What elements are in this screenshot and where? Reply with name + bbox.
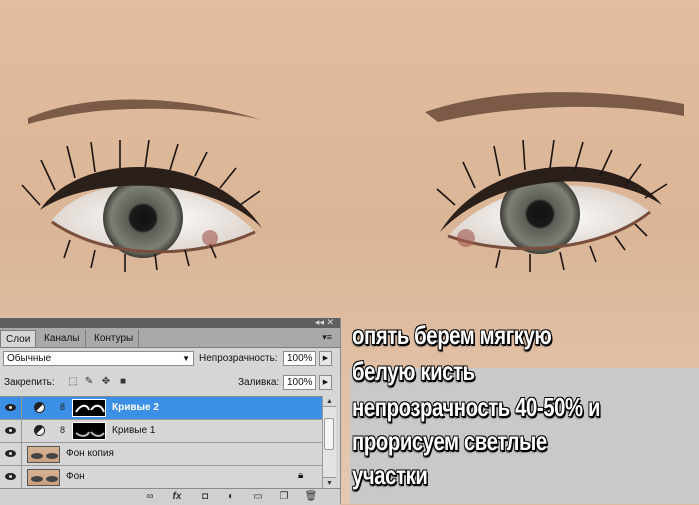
mask-icon[interactable]: ◘ bbox=[198, 491, 212, 502]
link-icon[interactable]: ∞ bbox=[143, 491, 157, 502]
scroll-down-icon[interactable]: ▼ bbox=[323, 477, 336, 488]
lock-fill-row: Закрепить: ⬚ ✎ ✥ ■ Заливка: 100% ▶ bbox=[0, 372, 340, 394]
group-folder-icon[interactable]: ▭ bbox=[251, 491, 265, 502]
lock-icon: 🔒︎ bbox=[298, 470, 304, 481]
visibility-eye-icon[interactable] bbox=[0, 466, 22, 488]
scrollbar-thumb[interactable] bbox=[324, 418, 334, 450]
scroll-up-icon[interactable]: ▲ bbox=[323, 396, 336, 407]
layer-row-curves-2[interactable]: 8 Кривые 2 bbox=[0, 397, 322, 420]
layer-name: Фон копия bbox=[66, 448, 114, 459]
caption-line-3: непрозрачность 40-50% и bbox=[352, 392, 601, 422]
lock-brush-icon[interactable]: ✎ bbox=[83, 376, 95, 388]
curves-adjustment-icon bbox=[34, 425, 45, 436]
layer-mask-thumbnail[interactable] bbox=[72, 422, 106, 440]
tab-paths[interactable]: Контуры bbox=[89, 330, 140, 347]
panel-title-strip: ◂◂ ✕ bbox=[0, 317, 340, 328]
trash-icon[interactable]: 🗑︎ bbox=[304, 491, 318, 502]
collapse-panel-icon[interactable]: ◂◂ ✕ bbox=[315, 317, 334, 327]
layers-scrollbar[interactable]: ▲ ▼ bbox=[322, 396, 336, 488]
layer-row-curves-1[interactable]: 8 Кривые 1 bbox=[0, 420, 322, 443]
layer-thumbnail[interactable] bbox=[27, 446, 60, 463]
layer-row-background[interactable]: Фон 🔒︎ bbox=[0, 466, 322, 489]
tab-layers[interactable]: Слои bbox=[0, 330, 37, 347]
lock-all-icon[interactable]: ■ bbox=[117, 376, 129, 388]
blend-opacity-row: Обычные ▼ Непрозрачность: 100% ▶ bbox=[0, 348, 340, 370]
visibility-eye-icon[interactable] bbox=[0, 420, 22, 442]
caption-line-1: опять берем мягкую bbox=[352, 320, 552, 350]
tab-channels[interactable]: Каналы bbox=[39, 330, 86, 347]
caption-line-5: участки bbox=[352, 460, 428, 490]
adjustment-icon[interactable]: ◐ bbox=[224, 491, 238, 502]
mask-link-icon[interactable]: 8 bbox=[60, 402, 65, 412]
layers-panel: ◂◂ ✕ Слои Каналы Контуры ▾≡ Обычные ▼ Не… bbox=[0, 317, 341, 505]
curves-adjustment-icon bbox=[34, 402, 45, 413]
opacity-slider-button[interactable]: ▶ bbox=[319, 351, 332, 366]
caption-line-2: белую кисть bbox=[352, 356, 475, 386]
panel-tabs: Слои Каналы Контуры ▾≡ bbox=[0, 328, 340, 348]
layer-name: Фон bbox=[66, 471, 85, 482]
mask-link-icon[interactable]: 8 bbox=[60, 425, 65, 435]
layer-name: Кривые 1 bbox=[112, 425, 156, 436]
lock-label: Закрепить: bbox=[4, 377, 55, 388]
visibility-eye-icon[interactable] bbox=[0, 443, 22, 465]
opacity-input[interactable]: 100% bbox=[283, 351, 316, 366]
new-layer-icon[interactable]: ❐ bbox=[277, 491, 291, 502]
panel-menu-icon[interactable]: ▾≡ bbox=[322, 332, 332, 343]
chevron-down-icon: ▼ bbox=[182, 354, 190, 363]
caption-line-4: прорисуем светлые bbox=[352, 426, 547, 456]
fill-slider-button[interactable]: ▶ bbox=[319, 375, 332, 390]
blend-mode-value: Обычные bbox=[7, 353, 52, 364]
visibility-eye-icon[interactable] bbox=[0, 397, 22, 419]
layers-list: 8 Кривые 2 8 Кривые 1 Фон копия Фон 🔒︎ bbox=[0, 396, 322, 489]
lock-move-icon[interactable]: ✥ bbox=[100, 376, 112, 388]
layer-name: Кривые 2 bbox=[112, 402, 159, 413]
lock-transparency-icon[interactable]: ⬚ bbox=[67, 376, 79, 388]
fill-value: 100% bbox=[287, 377, 313, 388]
fill-input[interactable]: 100% bbox=[283, 375, 316, 390]
layer-mask-thumbnail[interactable] bbox=[72, 399, 106, 417]
layer-row-background-copy[interactable]: Фон копия bbox=[0, 443, 322, 466]
layers-bottom-toolbar: ∞ fx ◘ ◐ ▭ ❐ 🗑︎ bbox=[0, 488, 340, 505]
blend-mode-select[interactable]: Обычные ▼ bbox=[3, 351, 194, 366]
layer-thumbnail[interactable] bbox=[27, 469, 60, 486]
opacity-value: 100% bbox=[287, 353, 313, 364]
fx-icon[interactable]: fx bbox=[170, 491, 184, 502]
instruction-caption: опять берем мягкую белую кисть непрозрач… bbox=[350, 318, 699, 504]
opacity-label: Непрозрачность: bbox=[199, 353, 278, 364]
fill-label: Заливка: bbox=[238, 377, 280, 388]
